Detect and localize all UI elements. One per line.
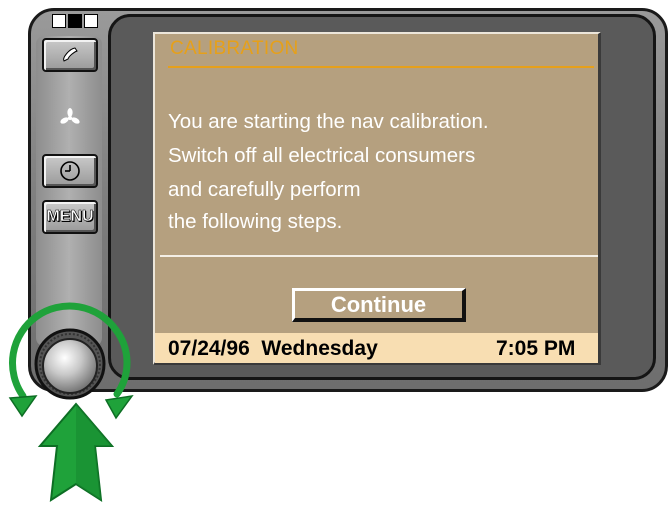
press-arrow-icon bbox=[37, 402, 115, 502]
rotary-knob[interactable] bbox=[34, 328, 106, 400]
controller-graphic bbox=[8, 302, 134, 502]
rotate-right-arrowhead bbox=[104, 394, 134, 420]
rotate-left-arrowhead bbox=[8, 395, 38, 418]
